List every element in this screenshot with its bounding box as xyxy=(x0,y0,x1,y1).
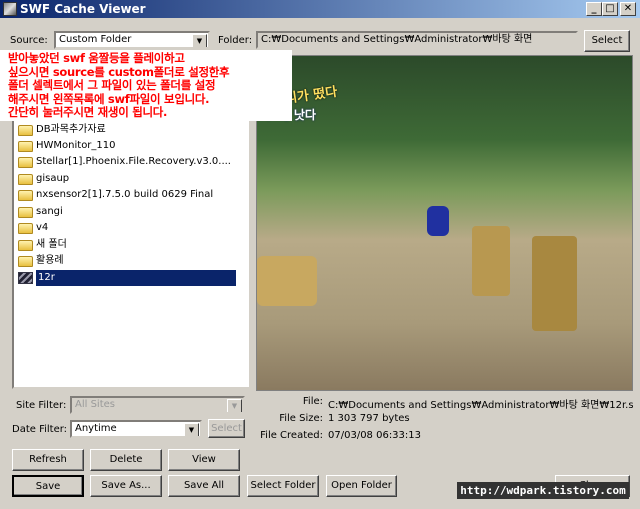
chevron-down-icon[interactable]: ▼ xyxy=(184,423,199,436)
note-line: 싶으시면 source를 custom폴더로 설정한후 xyxy=(8,64,230,79)
item-label: 활용례 xyxy=(36,255,64,266)
chevron-down-icon: ▼ xyxy=(227,399,242,412)
item-label: sangi xyxy=(36,206,63,217)
item-label: DB과목추가자료 xyxy=(36,124,106,135)
video-preview[interactable]: 패밀리가 떴다 수료, 낫다 xyxy=(256,55,633,391)
item-label: nxsensor2[1].7.5.0 build 0629 Final xyxy=(36,189,214,200)
site-filter-label: Site Filter: xyxy=(16,400,67,411)
annotation-note: 받아놓았던 swf 움짤등을 플레이하고 싶으시면 source를 custom… xyxy=(0,50,292,121)
open-folder-button[interactable]: Open Folder xyxy=(326,475,397,497)
file-created-label: File Created: xyxy=(260,430,323,441)
folder-icon xyxy=(18,189,33,201)
save-button[interactable]: Save xyxy=(12,475,84,497)
item-label: HWMonitor_110 xyxy=(36,140,116,151)
folder-icon xyxy=(18,124,33,136)
delete-button[interactable]: Delete xyxy=(90,449,162,471)
flash-movie-icon xyxy=(18,272,33,284)
list-item[interactable]: nxsensor2[1].7.5.0 build 0629 Final xyxy=(18,187,213,203)
save-as-button[interactable]: Save As... xyxy=(90,475,162,497)
folder-field[interactable]: C:₩Documents and Settings₩Administrator₩… xyxy=(256,31,578,49)
file-created-value: 07/03/08 06:33:13 xyxy=(328,430,422,441)
window-title: SWF Cache Viewer xyxy=(20,2,146,16)
folder-icon xyxy=(18,156,33,168)
note-line: 폴더 셀렉트에서 그 파일이 있는 폴더를 설정 xyxy=(8,78,216,93)
folder-icon xyxy=(18,206,33,218)
date-filter-label: Date Filter: xyxy=(12,424,68,435)
site-filter-value: All Sites xyxy=(75,399,115,410)
save-all-button[interactable]: Save All xyxy=(168,475,240,497)
item-label: Stellar[1].Phoenix.File.Recovery.v3.0...… xyxy=(36,156,231,167)
date-select-button: Select xyxy=(208,419,245,438)
source-value: Custom Folder xyxy=(59,34,132,45)
maximize-button[interactable]: □ xyxy=(602,2,618,16)
list-item[interactable]: Stellar[1].Phoenix.File.Recovery.v3.0...… xyxy=(18,154,231,170)
title-bar: SWF Cache Viewer xyxy=(0,0,640,18)
folder-icon xyxy=(18,222,33,234)
list-item-selected[interactable]: 12r xyxy=(18,270,236,286)
date-filter-value: Anytime xyxy=(75,423,117,434)
item-label: 12r xyxy=(36,270,236,286)
close-window-button[interactable]: ✕ xyxy=(620,2,636,16)
file-value: C:₩Documents and Settings₩Administrator₩… xyxy=(328,400,633,411)
person-figure xyxy=(427,206,449,236)
item-label: 새 폴더 xyxy=(36,239,67,250)
folder-icon xyxy=(18,255,33,267)
view-button[interactable]: View xyxy=(168,449,240,471)
minimize-button[interactable]: _ xyxy=(586,2,602,16)
folder-icon xyxy=(18,239,33,251)
refresh-button[interactable]: Refresh xyxy=(12,449,84,471)
item-label: gisaup xyxy=(36,173,70,184)
list-item[interactable]: v4 xyxy=(18,220,48,236)
file-size-label: File Size: xyxy=(279,413,323,424)
list-item[interactable]: DB과목추가자료 xyxy=(18,122,106,138)
hay-bale xyxy=(472,226,510,296)
hay-bale xyxy=(257,256,317,306)
hay-bale xyxy=(532,236,577,331)
site-filter-dropdown: All Sites ▼ xyxy=(70,396,245,414)
list-item[interactable]: HWMonitor_110 xyxy=(18,138,116,154)
note-line: 간단히 눌러주시면 재생이 됩니다. xyxy=(8,105,168,120)
item-label: v4 xyxy=(36,222,49,233)
folder-icon xyxy=(18,140,33,152)
list-item[interactable]: 새 폴더 xyxy=(18,237,67,253)
note-line: 받아놓았던 swf 움짤등을 플레이하고 xyxy=(8,51,185,65)
watermark: http://wdpark.tistory.com xyxy=(457,482,629,499)
file-label: File: xyxy=(302,396,323,407)
folder-icon xyxy=(18,173,33,185)
app-icon xyxy=(3,2,17,16)
folder-select-button[interactable]: Select xyxy=(584,30,630,52)
list-item[interactable]: sangi xyxy=(18,204,63,220)
source-label: Source: xyxy=(10,35,48,46)
list-item[interactable]: 활용례 xyxy=(18,253,64,269)
select-folder-button[interactable]: Select Folder xyxy=(247,475,319,497)
date-filter-dropdown[interactable]: Anytime ▼ xyxy=(70,420,202,438)
chevron-down-icon[interactable]: ▼ xyxy=(192,34,207,47)
file-size-value: 1 303 797 bytes xyxy=(328,413,410,424)
list-item[interactable]: gisaup xyxy=(18,171,69,187)
folder-label: Folder: xyxy=(218,35,253,46)
source-dropdown[interactable]: Custom Folder ▼ xyxy=(54,31,210,49)
note-line: 해주시면 왼쪽목록에 swf파일이 보입니다. xyxy=(8,91,210,106)
